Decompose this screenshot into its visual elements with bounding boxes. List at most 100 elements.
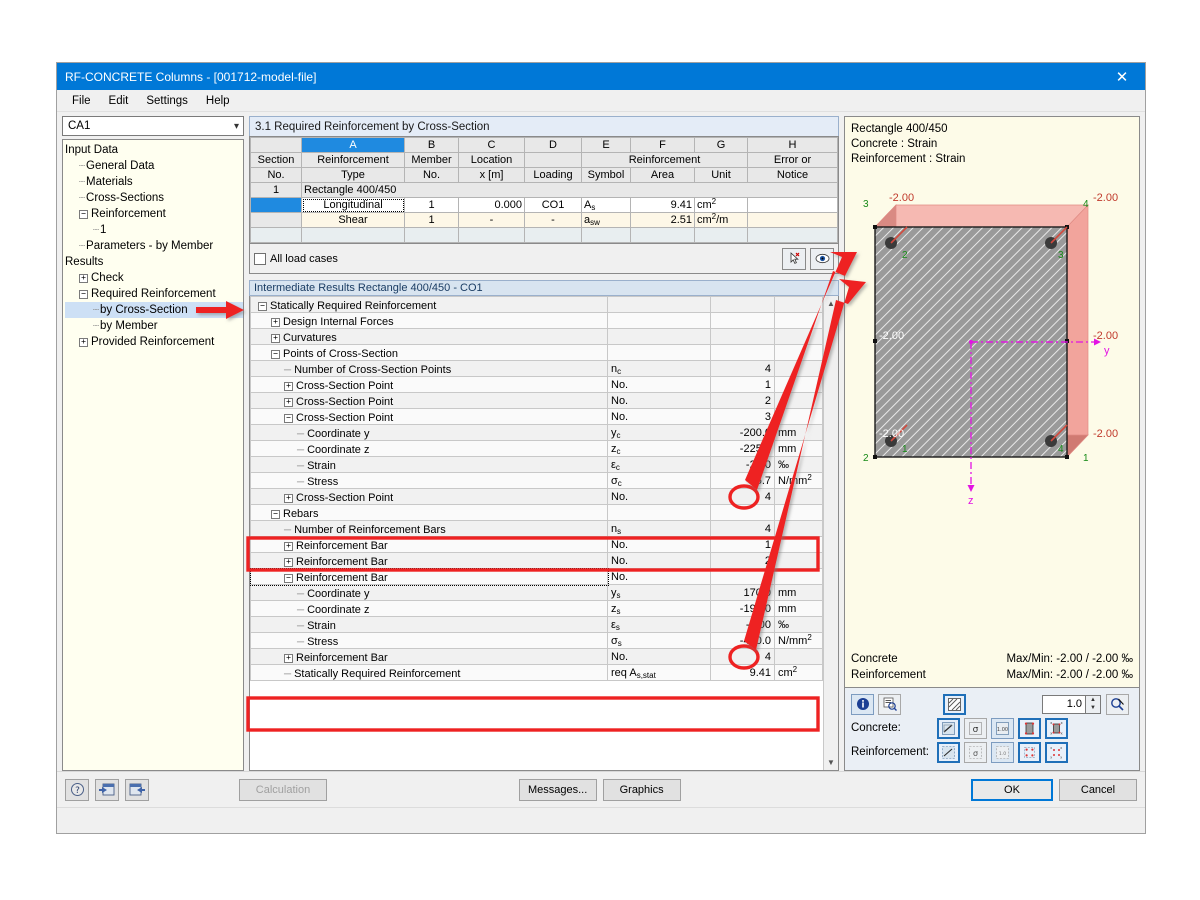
concrete-values-icon[interactable]: 1.00 (991, 717, 1014, 739)
info-icon[interactable] (851, 693, 874, 715)
expand-icon[interactable]: + (271, 333, 280, 343)
intermediate-row-label-cell[interactable]: ─ Coordinate z (250, 440, 608, 457)
expand-icon[interactable]: + (284, 381, 293, 391)
column-letter-b[interactable]: B (404, 137, 459, 153)
intermediate-row[interactable]: ─ Strain εs -2.00 ‰ (250, 616, 823, 633)
sidebar-item-cross-sections[interactable]: ┈ Cross-Sections (65, 190, 243, 206)
intermediate-row[interactable]: − Rebars (250, 504, 823, 521)
cell-symbol-longitudinal[interactable]: As (581, 197, 631, 213)
previous-icon[interactable] (95, 778, 119, 801)
intermediate-row[interactable]: + Reinforcement Bar No. 1 (250, 536, 823, 553)
sidebar-item-by-cross-section[interactable]: ┈ by Cross-Section (65, 302, 243, 318)
intermediate-row-label-cell[interactable]: + Cross-Section Point (250, 488, 608, 505)
sidebar-item-by-member[interactable]: ┈ by Member (65, 318, 243, 334)
intermediate-row-label-cell[interactable]: ─ Stress (250, 632, 608, 649)
stepper-down-icon[interactable]: ▼ (1086, 704, 1100, 713)
cell-unit-longitudinal[interactable]: cm2 (694, 197, 748, 213)
intermediate-row-label-cell[interactable]: + Design Internal Forces (250, 312, 608, 329)
reset-scale-icon[interactable] (1106, 693, 1129, 715)
scroll-up-icon[interactable]: ▲ (823, 296, 838, 311)
intermediate-scrollbar[interactable]: ▲ ▼ (823, 296, 838, 770)
collapse-icon[interactable]: − (284, 413, 293, 423)
intermediate-row-label-cell[interactable]: + Reinforcement Bar (250, 536, 608, 553)
collapse-icon[interactable]: − (79, 209, 88, 219)
scroll-down-icon[interactable]: ▼ (823, 755, 838, 770)
intermediate-row[interactable]: ─ Coordinate z zc -225.0 mm (250, 440, 823, 457)
expand-icon[interactable]: + (271, 317, 280, 327)
eye-icon[interactable] (810, 247, 834, 270)
intermediate-row[interactable]: ─ Number of Cross-Section Points nc 4 (250, 360, 823, 377)
intermediate-results-panel[interactable]: − Statically Required Reinforcement + Desig… (249, 296, 839, 771)
column-letter-e[interactable]: E (581, 137, 631, 153)
messages-button[interactable]: Messages... (518, 778, 597, 801)
intermediate-row-label-cell[interactable]: ─ Stress (250, 472, 608, 489)
rebar-diagram-icon[interactable] (1018, 741, 1041, 763)
concrete-strain-icon[interactable] (937, 717, 960, 739)
column-letter-h[interactable]: H (747, 137, 838, 153)
rebar-values-icon[interactable]: 1.0 (991, 741, 1014, 763)
sidebar-item-parameters-by-member[interactable]: ┈ Parameters - by Member (65, 238, 243, 254)
intermediate-row-label-cell[interactable]: ─ Coordinate z (250, 600, 608, 617)
expand-icon[interactable]: + (79, 337, 88, 347)
sidebar-item-check[interactable]: + Check (65, 270, 243, 286)
expand-icon[interactable]: + (284, 493, 293, 503)
cell-area-shear[interactable]: 2.51 (630, 212, 695, 228)
column-letter-f[interactable]: F (630, 137, 695, 153)
table-row[interactable]: Shear 1 - - asw 2.51 cm2/m (250, 212, 838, 228)
collapse-icon[interactable]: − (258, 301, 267, 311)
close-icon[interactable]: ✕ (1099, 63, 1145, 90)
expand-icon[interactable]: + (284, 653, 293, 663)
concrete-stress-icon[interactable]: σ (964, 717, 987, 739)
intermediate-row[interactable]: + Reinforcement Bar No. 2 (250, 552, 823, 569)
row-selector-longitudinal[interactable] (250, 197, 302, 213)
intermediate-row[interactable]: ─ Coordinate z zs -195.0 mm (250, 600, 823, 617)
next-icon[interactable] (125, 778, 149, 801)
intermediate-row[interactable]: ─ Coordinate y yc -200.0 mm (250, 424, 823, 441)
table-empty-area[interactable] (250, 227, 838, 243)
cell-error-longitudinal[interactable] (747, 197, 838, 213)
column-letter-a[interactable]: A (301, 137, 405, 153)
navigator-tree[interactable]: Input Data ┈ General Data ┈ Materials ┈ Cross-… (62, 139, 244, 771)
expand-icon[interactable]: + (284, 397, 293, 407)
results-table[interactable]: A B C D E F G H Section Reinforcement Me… (249, 136, 839, 244)
cell-area-longitudinal[interactable]: 9.41 (630, 197, 695, 213)
intermediate-row-label-cell[interactable]: ─ Strain (250, 616, 608, 633)
calculation-button[interactable]: Calculation (239, 778, 327, 801)
intermediate-row[interactable]: ─ Strain εc -2.00 ‰ (250, 456, 823, 473)
intermediate-row-label-cell[interactable]: + Reinforcement Bar (250, 552, 608, 569)
intermediate-row[interactable]: + Cross-Section Point No. 4 (250, 488, 823, 505)
intermediate-row-label-cell[interactable]: − Rebars (250, 504, 608, 521)
help-icon[interactable]: ? (65, 778, 89, 801)
intermediate-row-label-cell[interactable]: + Cross-Section Point (250, 376, 608, 393)
cell-type-longitudinal[interactable]: Longitudinal (301, 197, 405, 213)
column-letter-g[interactable]: G (694, 137, 748, 153)
cell-error-shear[interactable] (747, 212, 838, 228)
column-letter-d[interactable]: D (524, 137, 582, 153)
intermediate-row[interactable]: + Cross-Section Point No. 1 (250, 376, 823, 393)
cell-member-longitudinal[interactable]: 1 (404, 197, 459, 213)
ok-button[interactable]: OK (971, 778, 1053, 801)
concrete-diagram-icon[interactable] (1018, 717, 1041, 739)
intermediate-row[interactable]: − Statically Required Reinforcement (250, 296, 823, 313)
intermediate-row-label-cell[interactable]: ─ Coordinate y (250, 424, 608, 441)
sidebar-item-reinforcement[interactable]: − Reinforcement (65, 206, 243, 222)
intermediate-row[interactable]: + Reinforcement Bar No. 4 (250, 648, 823, 665)
scale-input[interactable]: 1.0 (1042, 694, 1086, 714)
intermediate-row-label-cell[interactable]: ─ Statically Required Reinforcement (250, 664, 608, 681)
cell-member-shear[interactable]: 1 (404, 212, 459, 228)
sidebar-item-1[interactable]: ┈ 1 (65, 222, 243, 238)
scale-stepper[interactable]: ▲ ▼ (1086, 694, 1101, 714)
collapse-icon[interactable]: − (79, 289, 88, 299)
cell-loading-longitudinal[interactable]: CO1 (524, 197, 582, 213)
cell-type-shear[interactable]: Shear (301, 212, 405, 228)
collapse-icon[interactable]: − (271, 349, 280, 359)
sidebar-item-required-reinforcement[interactable]: − Required Reinforcement (65, 286, 243, 302)
intermediate-row-label-cell[interactable]: + Reinforcement Bar (250, 648, 608, 665)
intermediate-row[interactable]: − Reinforcement Bar No. 3 (250, 567, 823, 586)
intermediate-row-label-cell[interactable]: ─ Strain (250, 456, 608, 473)
rebar-strain-icon[interactable] (937, 741, 960, 763)
chevron-down-icon[interactable]: ▾ (234, 117, 239, 135)
expand-icon[interactable]: + (284, 557, 293, 567)
intermediate-row-label-cell[interactable]: − Cross-Section Point (250, 408, 608, 425)
stepper-up-icon[interactable]: ▲ (1086, 696, 1100, 705)
